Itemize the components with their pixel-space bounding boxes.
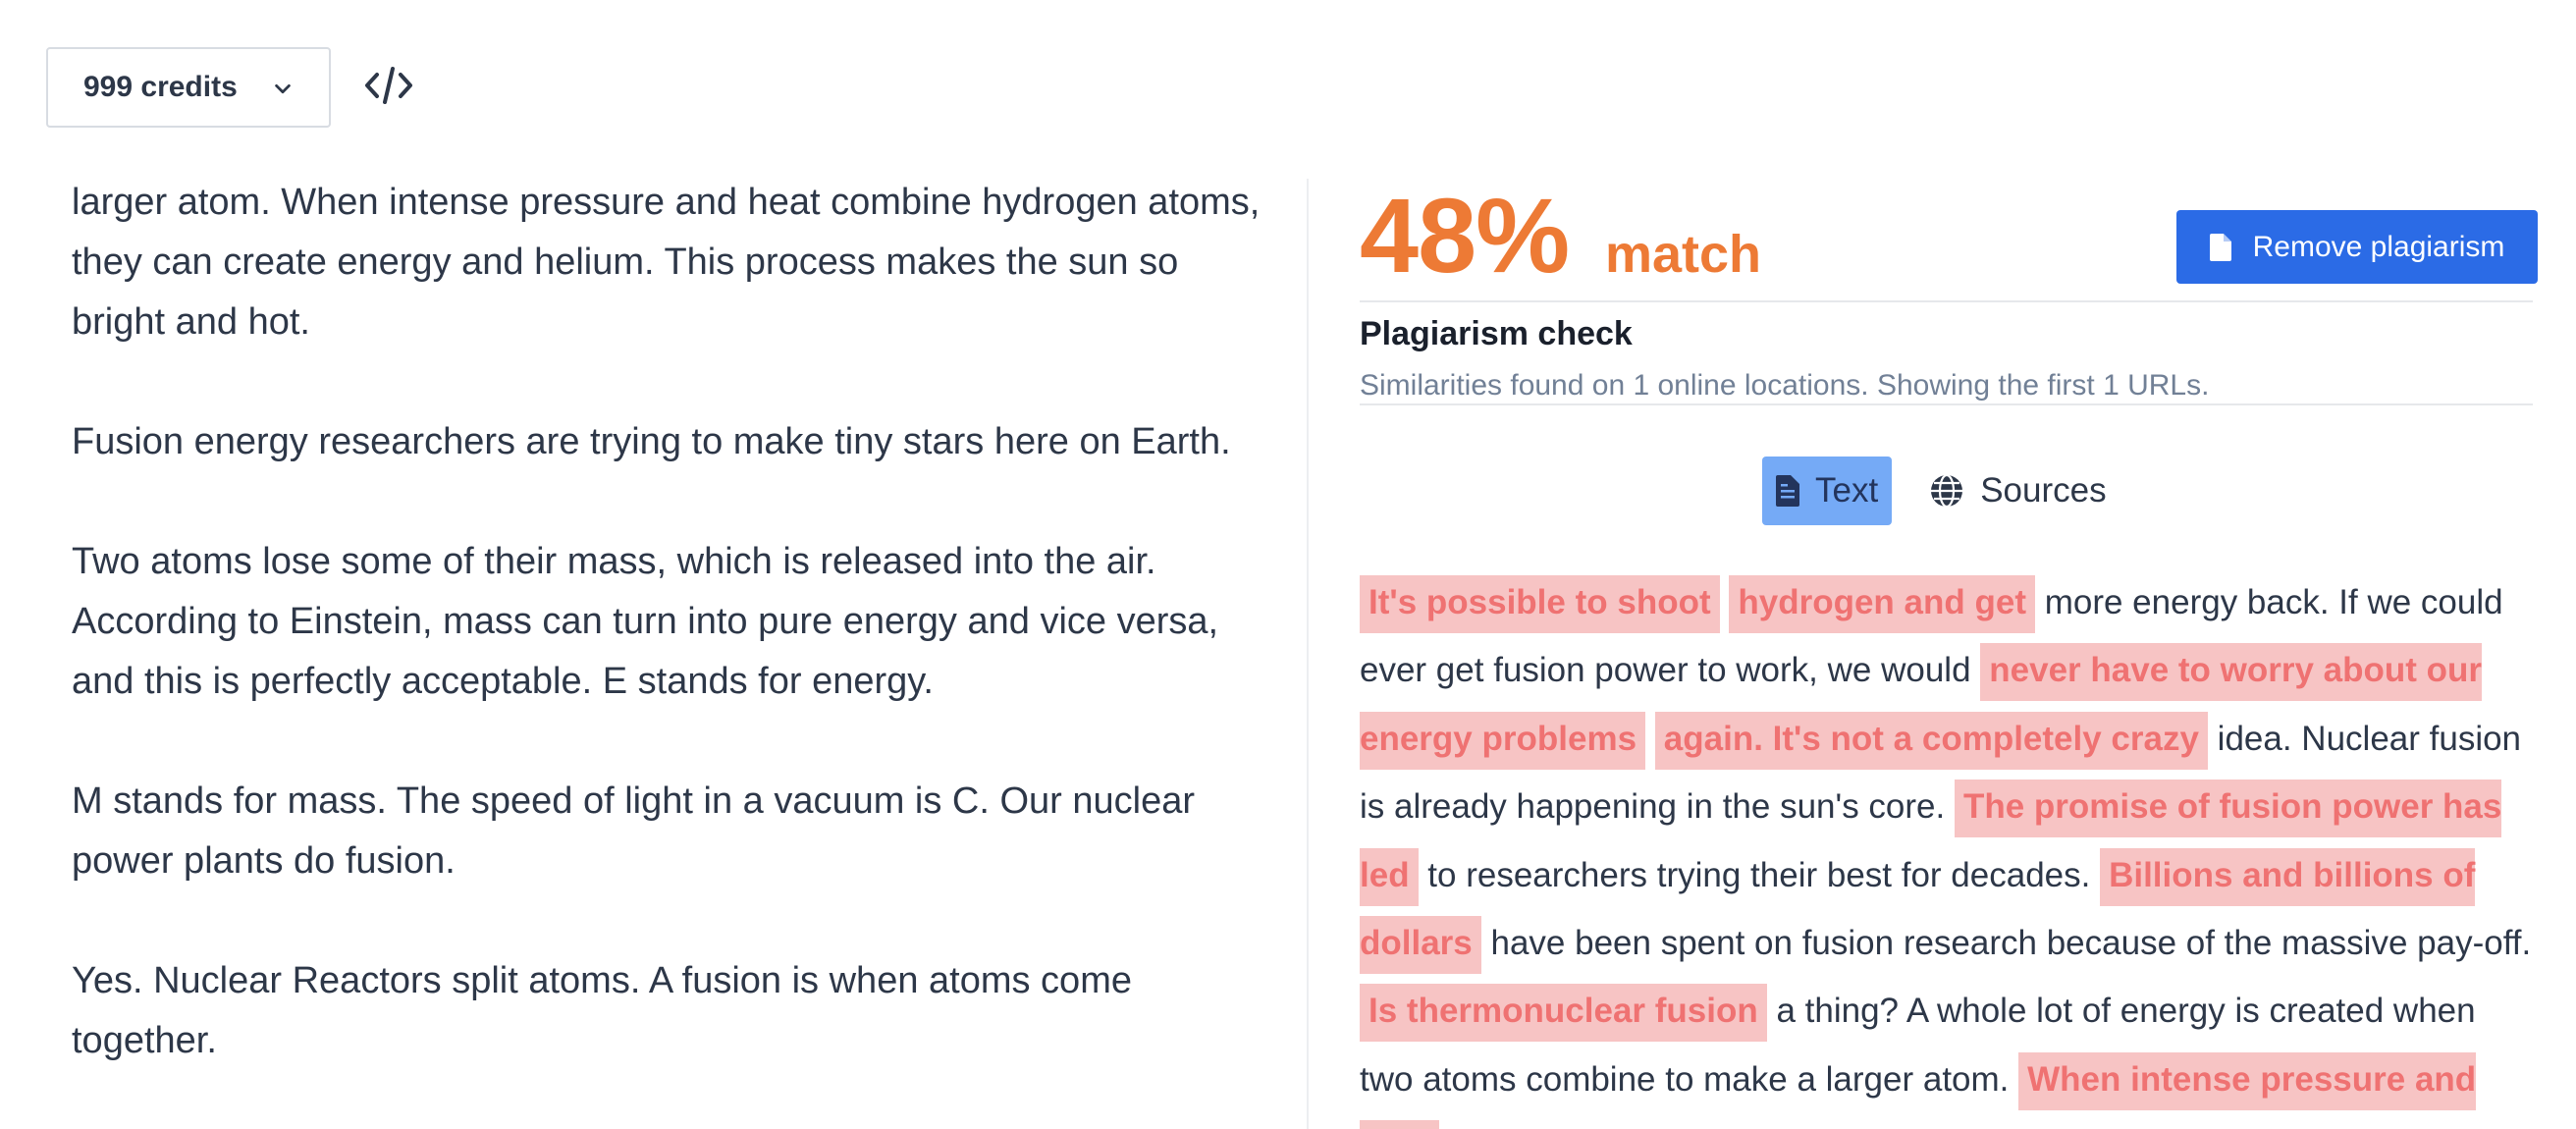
- divider: [1360, 403, 2533, 405]
- app-root: 999 credits larger atom. When intense pr…: [0, 0, 2576, 1129]
- highlighted-match: It's possible to shoot: [1360, 575, 1720, 633]
- remove-plagiarism-label: Remove plagiarism: [2252, 230, 2505, 263]
- remove-plagiarism-button[interactable]: Remove plagiarism: [2176, 210, 2538, 284]
- input-paragraph: larger atom. When intense pressure and h…: [72, 182, 1261, 343]
- column-divider: [1307, 179, 1309, 1129]
- code-icon[interactable]: [363, 63, 414, 108]
- globe-icon: [1931, 473, 1963, 509]
- tab-sources-label: Sources: [1980, 471, 2107, 510]
- tab-sources[interactable]: Sources: [1915, 457, 2120, 525]
- chevron-down-icon: [275, 83, 291, 94]
- highlighted-match: Is thermonuclear fusion: [1360, 984, 1767, 1043]
- match-percentage: 48%: [1360, 176, 1570, 295]
- input-paragraph: Yes. Nuclear Reactors split atoms. A fus…: [72, 960, 1132, 1061]
- plagiarism-check-title: Plagiarism check: [1360, 315, 1633, 352]
- match-header: 48% match Remove plagiarism: [1360, 172, 2538, 299]
- text-segment: to researchers trying their best for dec…: [1418, 855, 2101, 894]
- tab-text[interactable]: Text: [1762, 457, 1893, 525]
- divider: [1360, 300, 2533, 302]
- text-segment: have been spent on fusion research becau…: [1480, 924, 2532, 963]
- credits-label: 999 credits: [83, 71, 238, 103]
- text-segment: [1645, 720, 1655, 758]
- plagiarism-check-subtitle: Similarities found on 1 online locations…: [1360, 369, 2210, 402]
- plagiarism-results-panel: 48% match Remove plagiarism Plagiarism c…: [1360, 172, 2538, 1129]
- document-icon: [2209, 233, 2231, 261]
- match-word: match: [1605, 225, 1762, 284]
- tab-text-label: Text: [1815, 471, 1879, 510]
- input-paragraph: Two atoms lose some of their mass, which…: [72, 541, 1219, 702]
- input-text-panel[interactable]: larger atom. When intense pressure and h…: [72, 173, 1279, 1071]
- input-paragraph: Fusion energy researchers are trying to …: [72, 421, 1231, 462]
- highlighted-match: hydrogen and get: [1729, 575, 2035, 633]
- credits-dropdown[interactable]: 999 credits: [46, 47, 331, 128]
- highlighted-match: again. It's not a completely crazy: [1654, 711, 2208, 770]
- result-tabs: Text Sources: [1762, 457, 2120, 525]
- matched-text-body: It's possible to shoot hydrogen and get …: [1360, 568, 2533, 1129]
- text-segment: [1720, 583, 1730, 621]
- document-icon: [1776, 475, 1799, 507]
- input-paragraph: M stands for mass. The speed of light in…: [72, 780, 1196, 882]
